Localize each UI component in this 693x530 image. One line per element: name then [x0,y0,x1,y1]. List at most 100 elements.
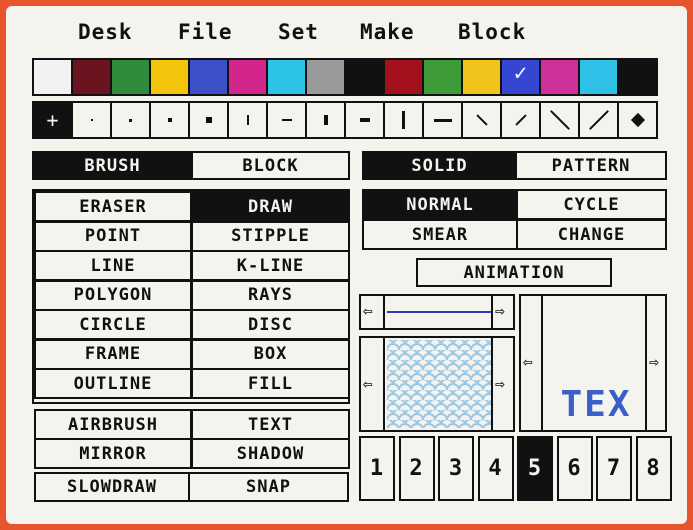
animation-button[interactable]: ANIMATION [416,258,612,287]
brush-size-6[interactable] [227,101,268,139]
color-swatch[interactable] [305,58,346,96]
hbar-medium-icon [346,103,383,137]
pattern-selector[interactable]: ⇦ ⇨ [359,336,515,432]
slot-1-button[interactable]: 1 [359,436,395,501]
right-arrow-icon[interactable]: ⇨ [495,376,505,392]
color-swatch[interactable] [149,58,190,96]
slot-8-button[interactable]: 8 [635,436,672,501]
brush-size-16[interactable] [617,101,658,139]
tool-shadow-button[interactable]: SHADOW [191,438,350,469]
tool-draw-button[interactable]: DRAW [191,191,350,222]
text-style-selector[interactable]: ⇦ TEX ⇨ [519,294,667,432]
left-arrow-icon[interactable]: ⇦ [363,376,373,392]
brush-size-9[interactable] [344,101,385,139]
screen: Desk File Set Make Block ✓ + BRUSH BLOCK… [6,6,687,524]
pattern-fill-button[interactable]: PATTERN [515,151,667,180]
color-swatch[interactable] [188,58,229,96]
brush-mode-button[interactable]: BRUSH [32,151,193,180]
menu-set[interactable]: Set [278,20,319,44]
brush-size-8[interactable] [305,101,346,139]
menu-bar: Desk File Set Make Block [6,20,687,50]
brush-size-4[interactable] [149,101,190,139]
hbar-large-icon [424,103,461,137]
left-arrow-icon[interactable]: ⇦ [523,354,533,370]
menu-block[interactable]: Block [458,20,526,44]
solid-fill-button[interactable]: SOLID [362,151,517,180]
slot-2-button[interactable]: 2 [398,436,435,501]
tool-box-button[interactable]: BOX [191,338,350,370]
crosshair-icon: + [46,108,59,132]
mode-normal-button[interactable]: NORMAL [362,189,518,220]
tool-outline-button[interactable]: OUTLINE [34,368,192,399]
dot-3-icon [151,103,188,137]
color-swatch[interactable] [71,58,112,96]
slot-5-button[interactable]: 5 [517,436,553,501]
slot-6-button[interactable]: 6 [556,436,593,501]
tool-text-button[interactable]: TEXT [191,409,350,440]
line-width-preview [387,311,491,313]
color-swatch[interactable] [539,58,580,96]
color-swatch[interactable] [578,58,619,96]
tool-airbrush-button[interactable]: AIRBRUSH [34,409,192,440]
color-swatch[interactable] [383,58,424,96]
color-swatch[interactable] [617,58,658,96]
right-arrow-icon[interactable]: ⇨ [649,354,659,370]
pattern-preview [387,340,491,428]
diag-fwd-small-icon [502,103,539,137]
menu-make[interactable]: Make [360,20,415,44]
vbar-large-icon [385,103,422,137]
vbar-small-icon [229,103,266,137]
line-width-slider[interactable]: ⇦ ⇨ [359,294,515,330]
brush-size-1[interactable]: + [32,101,73,139]
slowdraw-button[interactable]: SLOWDRAW [34,472,190,502]
color-swatch[interactable] [422,58,463,96]
diag-fwd-large-icon [580,103,617,137]
right-arrow-icon[interactable]: ⇨ [495,303,505,319]
tool-k-line-button[interactable]: K-LINE [191,250,350,281]
slot-4-button[interactable]: 4 [477,436,514,501]
menu-desk[interactable]: Desk [78,20,133,44]
dot-4-icon [190,103,227,137]
tool-fill-button[interactable]: FILL [191,368,350,399]
brush-size-2[interactable] [71,101,112,139]
mode-smear-button[interactable]: SMEAR [362,219,518,250]
snap-button[interactable]: SNAP [188,472,349,502]
color-swatch[interactable] [32,58,73,96]
color-swatch[interactable] [344,58,385,96]
tool-stipple-button[interactable]: STIPPLE [191,220,350,252]
color-swatch[interactable] [461,58,502,96]
brush-size-13[interactable] [500,101,541,139]
left-arrow-icon[interactable]: ⇦ [363,303,373,319]
brush-size-14[interactable] [539,101,580,139]
block-mode-button[interactable]: BLOCK [191,151,350,180]
color-swatch[interactable]: ✓ [500,58,541,96]
brush-size-15[interactable] [578,101,619,139]
mode-cycle-button[interactable]: CYCLE [516,189,667,220]
tool-disc-button[interactable]: DISC [191,309,350,340]
slot-7-button[interactable]: 7 [596,436,632,501]
brush-size-11[interactable] [422,101,463,139]
menu-file[interactable]: File [178,20,233,44]
tool-circle-button[interactable]: CIRCLE [34,309,192,340]
brush-size-7[interactable] [266,101,307,139]
tool-mirror-button[interactable]: MIRROR [34,438,192,469]
tool-polygon-button[interactable]: POLYGON [34,279,192,311]
brush-size-10[interactable] [383,101,424,139]
diag-back-large-icon [541,103,578,137]
brush-size-5[interactable] [188,101,229,139]
brush-size-3[interactable] [110,101,151,139]
tool-frame-button[interactable]: FRAME [34,338,192,370]
tool-line-button[interactable]: LINE [34,250,192,281]
color-swatch[interactable] [266,58,307,96]
mode-change-button[interactable]: CHANGE [516,219,667,250]
color-swatch[interactable] [227,58,268,96]
slot-3-button[interactable]: 3 [438,436,474,501]
tool-point-button[interactable]: POINT [34,220,192,252]
color-swatch[interactable] [110,58,151,96]
tool-eraser-button[interactable]: ERASER [34,191,192,222]
diag-back-small-icon [463,103,500,137]
tool-rays-button[interactable]: RAYS [191,279,350,311]
brush-size-12[interactable] [461,101,502,139]
vbar-medium-icon [307,103,344,137]
hbar-small-icon [268,103,305,137]
